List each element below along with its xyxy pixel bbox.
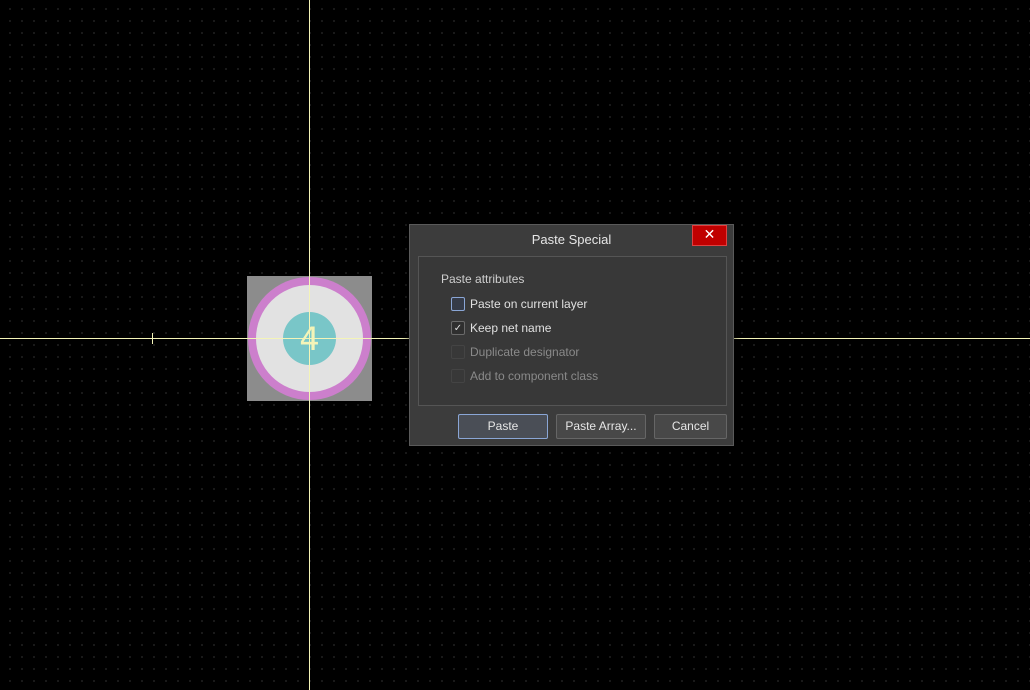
paste-attributes-group: Paste attributes Paste on current layer … xyxy=(418,256,727,406)
dialog-title: Paste Special xyxy=(531,232,612,247)
option-add-to-component-class: Add to component class xyxy=(451,368,598,384)
paste-button[interactable]: Paste xyxy=(458,414,548,439)
paste-array-button[interactable]: Paste Array... xyxy=(556,414,646,439)
cancel-button[interactable]: Cancel xyxy=(654,414,727,439)
option-paste-on-current-layer[interactable]: Paste on current layer xyxy=(451,296,587,312)
checkmark-icon: ✓ xyxy=(453,322,463,334)
option-label: Keep net name xyxy=(470,321,552,335)
group-label: Paste attributes xyxy=(441,272,525,286)
option-label: Paste on current layer xyxy=(470,297,588,311)
paste-on-current-layer-checkbox[interactable] xyxy=(451,297,465,311)
option-keep-net-name[interactable]: ✓ Keep net name xyxy=(451,320,551,336)
paste-special-dialog: Paste Special ✕ Paste attributes Paste o… xyxy=(409,224,734,446)
option-label: Add to component class xyxy=(470,369,599,383)
duplicate-designator-checkbox xyxy=(451,345,465,359)
keep-net-name-checkbox[interactable]: ✓ xyxy=(451,321,465,335)
origin-marker xyxy=(152,333,153,344)
option-label: Duplicate designator xyxy=(470,345,580,359)
pad-4[interactable]: 4 xyxy=(247,276,372,401)
add-to-component-class-checkbox xyxy=(451,369,465,383)
option-duplicate-designator: Duplicate designator xyxy=(451,344,579,360)
close-button[interactable]: ✕ xyxy=(692,225,727,246)
pad-number: 4 xyxy=(299,320,320,358)
close-icon: ✕ xyxy=(703,227,716,243)
